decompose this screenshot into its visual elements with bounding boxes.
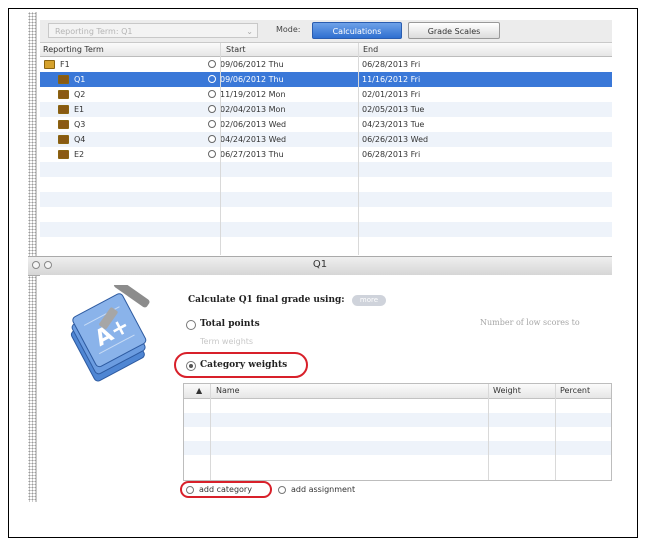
mode-label: Mode: — [276, 25, 301, 34]
clock-icon[interactable] — [208, 135, 216, 143]
end-date: 02/05/2013 Tue — [362, 105, 425, 114]
column-header-end[interactable]: End — [363, 43, 378, 56]
end-date: 06/28/2013 Fri — [362, 150, 421, 159]
table-row[interactable]: Q3 02/06/2013 Wed 04/23/2013 Tue — [40, 117, 612, 132]
term-name: Q4 — [74, 135, 86, 144]
table-row[interactable]: Q4 04/24/2013 Wed 06/26/2013 Wed — [40, 132, 612, 147]
end-date: 11/16/2012 Fri — [362, 75, 421, 84]
clock-icon[interactable] — [208, 75, 216, 83]
start-date: 11/19/2012 Mon — [220, 90, 286, 99]
column-header-start[interactable]: Start — [226, 43, 246, 56]
table-row — [40, 192, 612, 207]
category-table: ▲ Name Weight Percent — [183, 383, 612, 481]
reporting-term-table: Reporting Term Start End F1 09/06/2012 Th… — [40, 43, 612, 255]
term-name: Q2 — [74, 90, 86, 99]
column-header-weight[interactable]: Weight — [493, 384, 521, 398]
grade-scales-button[interactable]: Grade Scales — [408, 22, 500, 39]
folder-icon — [58, 90, 69, 99]
table-row — [40, 237, 612, 252]
grade-calculator-icon: A+ — [70, 285, 150, 382]
table-row — [184, 441, 611, 455]
folder-icon — [58, 120, 69, 129]
chevron-down-icon: ⌄ — [246, 27, 253, 36]
toolbar: Reporting Term: Q1 ⌄ Mode: Calculations … — [40, 20, 612, 43]
column-header-reporting-term[interactable]: Reporting Term — [43, 43, 104, 56]
term-name: E1 — [74, 105, 85, 114]
add-assignment-link[interactable]: add assignment — [291, 485, 355, 494]
add-category-icon — [186, 486, 194, 494]
table-row — [184, 413, 611, 427]
column-divider — [488, 384, 489, 480]
start-date: 02/06/2013 Wed — [220, 120, 287, 129]
table-row[interactable]: Q2 11/19/2012 Mon 02/01/2013 Fri — [40, 87, 612, 102]
clock-icon[interactable] — [208, 120, 216, 128]
table-row — [40, 222, 612, 237]
calculations-button[interactable]: Calculations — [312, 22, 402, 39]
low-scores-label: Number of low scores to — [480, 318, 580, 327]
add-assignment-icon — [278, 486, 286, 494]
folder-icon — [58, 135, 69, 144]
term-name: Q1 — [74, 75, 86, 84]
calculation-label: Calculate Q1 final grade using: — [188, 295, 345, 305]
column-header-name[interactable]: Name — [216, 384, 240, 398]
term-name: F1 — [60, 60, 70, 69]
clock-icon[interactable] — [208, 150, 216, 158]
clock-icon[interactable] — [208, 105, 216, 113]
start-date: 09/06/2012 Thu — [220, 75, 284, 84]
category-weights-label: Category weights — [200, 360, 288, 370]
reporting-term-value: Reporting Term: Q1 — [55, 27, 133, 36]
total-points-radio[interactable] — [186, 320, 196, 330]
column-divider — [358, 43, 359, 255]
folder-icon — [58, 150, 69, 159]
clock-icon[interactable] — [208, 60, 216, 68]
sort-icon[interactable]: ▲ — [196, 384, 202, 398]
folder-icon — [58, 75, 69, 84]
column-header-percent[interactable]: Percent — [560, 384, 590, 398]
end-date: 02/01/2013 Fri — [362, 90, 421, 99]
end-date: 04/23/2013 Tue — [362, 120, 425, 129]
add-category-link[interactable]: add category — [199, 485, 252, 494]
end-date: 06/28/2013 Fri — [362, 60, 421, 69]
table-row[interactable]: F1 09/06/2012 Thu 06/28/2013 Fri — [40, 57, 612, 72]
start-date: 02/04/2013 Mon — [220, 105, 286, 114]
table-row[interactable]: E1 02/04/2013 Mon 02/05/2013 Tue — [40, 102, 612, 117]
table-row[interactable]: Q1 09/06/2012 Thu 11/16/2012 Fri — [40, 72, 612, 87]
column-divider — [555, 384, 556, 480]
table-row — [40, 177, 612, 192]
term-name: E2 — [74, 150, 85, 159]
term-weights-label: Term weights — [200, 337, 254, 346]
start-date: 04/24/2013 Wed — [220, 135, 287, 144]
category-table-header: ▲ Name Weight Percent — [184, 384, 611, 399]
end-date: 06/26/2013 Wed — [362, 135, 429, 144]
table-row — [184, 427, 611, 441]
category-weights-radio[interactable] — [186, 361, 196, 371]
clock-icon[interactable] — [208, 90, 216, 98]
start-date: 09/06/2012 Thu — [220, 60, 284, 69]
table-row — [40, 207, 612, 222]
table-row — [40, 162, 612, 177]
detail-panel: A+ Calculate Q1 final grade using: more … — [40, 275, 612, 505]
detail-panel-bar: Q1 — [28, 256, 612, 276]
table-header: Reporting Term Start End — [40, 43, 612, 57]
reporting-term-select[interactable]: Reporting Term: Q1 ⌄ — [48, 23, 258, 38]
table-row[interactable]: E2 06/27/2013 Thu 06/28/2013 Fri — [40, 147, 612, 162]
folder-icon — [58, 105, 69, 114]
panel-title: Q1 — [312, 259, 328, 270]
start-date: 06/27/2013 Thu — [220, 150, 284, 159]
folder-icon — [44, 60, 55, 69]
total-points-label: Total points — [200, 319, 260, 329]
term-name: Q3 — [74, 120, 86, 129]
info-pill[interactable]: more — [352, 295, 386, 306]
table-row — [184, 399, 611, 413]
column-divider — [210, 384, 211, 480]
column-divider — [220, 43, 221, 255]
table-row — [184, 455, 611, 469]
